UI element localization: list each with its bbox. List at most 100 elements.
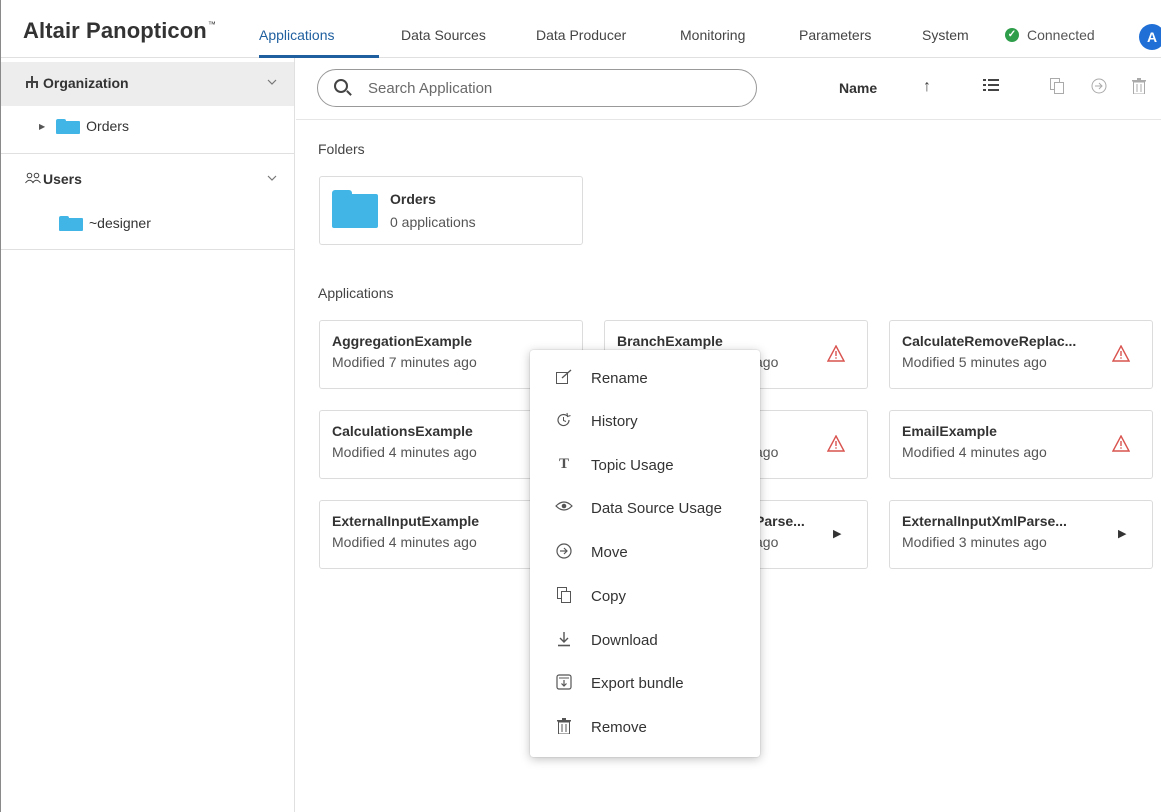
nav-applications[interactable]: Applications: [259, 27, 335, 43]
folder-icon: [56, 118, 81, 134]
folder-icon: [59, 215, 83, 231]
top-header: Altair Panopticon™ Applications Data Sou…: [1, 0, 1161, 58]
nav-system[interactable]: System: [922, 27, 969, 43]
menu-item-label: Copy: [591, 588, 627, 605]
sidebar-section-organization[interactable]: Organization: [1, 62, 294, 106]
menu-item-label: Move: [591, 544, 628, 561]
rename-icon: [554, 369, 574, 390]
applications-section-title: Applications: [318, 285, 394, 301]
menu-item-label: Topic Usage: [591, 457, 674, 474]
search-box[interactable]: [317, 69, 757, 107]
eye-icon: [554, 499, 574, 517]
menu-item-download[interactable]: Download: [530, 621, 760, 661]
menu-item-label: Rename: [591, 370, 648, 387]
copy-icon[interactable]: [1047, 78, 1067, 99]
check-circle-icon: ✓: [1005, 28, 1019, 42]
nav-monitoring[interactable]: Monitoring: [680, 27, 745, 43]
export-bundle-icon: [554, 674, 574, 695]
menu-item-rename[interactable]: Rename: [530, 359, 760, 399]
sidebar-item-orders[interactable]: ▶ Orders: [39, 113, 129, 139]
connection-status-label: Connected: [1027, 27, 1095, 43]
sidebar-section-users[interactable]: Users: [1, 158, 294, 202]
menu-item-move[interactable]: Move: [530, 533, 760, 573]
delete-icon[interactable]: [1129, 78, 1149, 99]
menu-item-label: Data Source Usage: [591, 500, 722, 517]
app-name: BranchExample: [617, 333, 723, 349]
toolbar-divider: [296, 119, 1161, 120]
move-icon: [554, 543, 574, 564]
caret-right-icon[interactable]: ▶: [39, 122, 45, 131]
copy-icon: [554, 587, 574, 608]
context-menu: Rename History T Topic Usage Data Source…: [530, 350, 760, 757]
app-card[interactable]: CalculateRemoveReplac... Modified 5 minu…: [889, 320, 1153, 389]
app-modified: Modified 7 minutes ago: [332, 354, 477, 370]
nav-parameters[interactable]: Parameters: [799, 27, 871, 43]
folder-app-count: 0 applications: [390, 214, 476, 230]
connection-status: ✓ Connected: [1005, 27, 1095, 43]
menu-item-label: History: [591, 413, 638, 430]
menu-item-copy[interactable]: Copy: [530, 577, 760, 617]
app-modified: Modified 4 minutes ago: [332, 534, 477, 550]
app-name: ExternalInputXmlParse...: [902, 513, 1067, 529]
sidebar-divider: [1, 249, 294, 250]
play-icon[interactable]: ▶: [1118, 527, 1126, 540]
sidebar-item-designer[interactable]: ~designer: [59, 210, 151, 236]
folders-section-title: Folders: [318, 141, 365, 157]
download-icon: [554, 631, 574, 652]
chevron-down-icon[interactable]: [267, 172, 277, 184]
app-modified: Modified 5 minutes ago: [902, 354, 1047, 370]
app-modified: Modified 4 minutes ago: [902, 444, 1047, 460]
sort-asc-icon[interactable]: ↑: [917, 78, 937, 96]
app-name: EmailExample: [902, 423, 997, 439]
app-name: AggregationExample: [332, 333, 473, 349]
brand-name: Altair Panopticon: [23, 18, 207, 43]
play-icon[interactable]: ▶: [833, 527, 841, 540]
sidebar-users-label: Users: [43, 171, 82, 187]
app-modified: Modified 3 minutes ago: [902, 534, 1047, 550]
app-card[interactable]: EmailExample Modified 4 minutes ago: [889, 410, 1153, 479]
trash-icon: [554, 718, 574, 739]
chevron-down-icon[interactable]: [267, 76, 277, 88]
topic-usage-icon: T: [558, 456, 569, 472]
nav-data-sources[interactable]: Data Sources: [401, 27, 486, 43]
warning-icon: [826, 434, 846, 453]
search-icon: [334, 79, 348, 93]
warning-icon: [1111, 434, 1131, 453]
app-name: ExternalInputExample: [332, 513, 480, 529]
warning-icon: [1111, 344, 1131, 363]
sidebar-divider: [1, 153, 294, 154]
org-tree-icon: [25, 76, 39, 92]
app-name: CalculationsExample: [332, 423, 473, 439]
folder-card-orders[interactable]: Orders 0 applications: [319, 176, 583, 245]
brand-logo[interactable]: Altair Panopticon™: [23, 18, 216, 44]
list-view-icon[interactable]: [981, 78, 1001, 97]
folder-icon: [332, 190, 378, 228]
sidebar-item-label: ~designer: [89, 215, 151, 231]
menu-item-topic-usage[interactable]: T Topic Usage: [530, 446, 760, 486]
app-window: Altair Panopticon™ Applications Data Sou…: [0, 0, 1161, 812]
menu-item-export-bundle[interactable]: Export bundle: [530, 664, 760, 704]
users-icon: [25, 172, 41, 187]
sort-field-label[interactable]: Name: [839, 80, 877, 96]
nav-data-producer[interactable]: Data Producer: [536, 27, 626, 43]
app-modified: Modified 4 minutes ago: [332, 444, 477, 460]
menu-item-remove[interactable]: Remove: [530, 708, 760, 748]
sidebar-organization-label: Organization: [43, 75, 129, 91]
menu-item-label: Remove: [591, 719, 647, 736]
menu-item-data-source-usage[interactable]: Data Source Usage: [530, 489, 760, 529]
history-icon: [554, 412, 574, 433]
menu-item-history[interactable]: History: [530, 402, 760, 442]
menu-item-label: Export bundle: [591, 675, 684, 692]
folder-name: Orders: [390, 191, 436, 207]
menu-item-label: Download: [591, 632, 658, 649]
trademark-mark: ™: [207, 20, 216, 29]
app-card[interactable]: ExternalInputXmlParse... Modified 3 minu…: [889, 500, 1153, 569]
sidebar-item-label: Orders: [86, 118, 129, 134]
app-name: CalculateRemoveReplac...: [902, 333, 1077, 349]
warning-icon: [826, 344, 846, 363]
user-avatar[interactable]: A: [1139, 24, 1161, 50]
app-name: Parse...: [755, 513, 805, 529]
move-icon[interactable]: [1089, 78, 1109, 99]
search-input[interactable]: [368, 78, 738, 98]
sidebar: Organization ▶ Orders Users ~designer: [1, 58, 295, 812]
